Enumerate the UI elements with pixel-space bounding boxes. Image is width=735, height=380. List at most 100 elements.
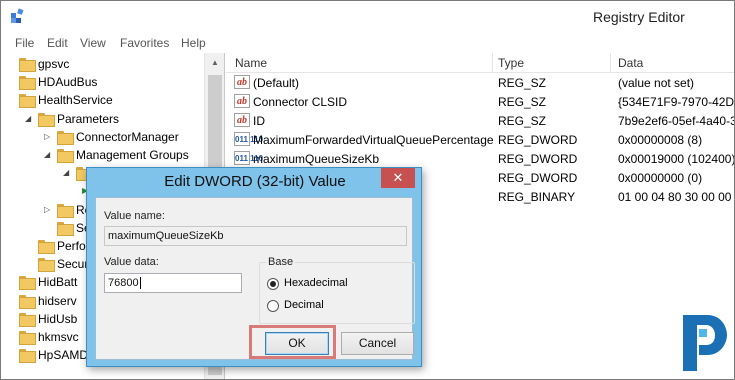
- value-data-cell: 0x00000000 (0): [618, 171, 703, 185]
- value-type-cell: REG_SZ: [498, 76, 547, 90]
- tree-item-label: HpSAMD: [38, 348, 89, 363]
- base-label: Base: [266, 256, 296, 268]
- list-header: Name Type Data: [226, 53, 734, 73]
- tree-item-label: HidBatt: [38, 275, 78, 290]
- table-row[interactable]: ab Connector CLSID REG_SZ {534E71F9-7970-42…: [226, 92, 735, 111]
- value-name-label: Value name:: [104, 210, 165, 222]
- value-data-cell: 0x00000008 (8): [618, 133, 703, 147]
- registry-editor-window: Registry Editor File Edit View Favorites…: [0, 0, 735, 380]
- table-row[interactable]: ab (Default) REG_SZ (value not set): [226, 73, 734, 92]
- window-title: Registry Editor: [593, 9, 685, 25]
- folder-icon: [19, 94, 36, 109]
- value-name-cell: maximumQueueSizeKb: [253, 152, 380, 166]
- tree-item-label: HidUsb: [38, 311, 78, 326]
- collapse-arrow-icon[interactable]: ▷: [44, 205, 50, 215]
- expand-arrow-icon[interactable]: ◢: [63, 168, 69, 178]
- menu-file[interactable]: File: [15, 36, 34, 50]
- column-header-name[interactable]: Name: [235, 56, 267, 70]
- value-name-cell: Connector CLSID: [253, 95, 348, 109]
- value-data-cell: {534E71F9-7970-42D6-: [618, 95, 735, 109]
- table-row[interactable]: 011 110 maximumQueueSizeKb REG_DWORD 0x0001…: [226, 149, 735, 168]
- tree-item-label: hkmsvc: [38, 330, 79, 344]
- folder-icon: [57, 149, 74, 163]
- folder-icon: [19, 312, 36, 327]
- close-icon[interactable]: ✕: [381, 168, 415, 188]
- scroll-up-arrow-icon[interactable]: ▲: [211, 58, 219, 67]
- value-type-cell: REG_BINARY: [498, 190, 576, 204]
- value-type-cell: REG_DWORD: [498, 152, 578, 166]
- tree-item[interactable]: ◢ Management Groups: [1, 146, 204, 164]
- tree-item-label: Perfo: [57, 239, 86, 253]
- tree-item[interactable]: HDAudBus: [1, 73, 204, 91]
- tree-item-label: gpsvc: [38, 57, 70, 71]
- folder-icon: [19, 294, 36, 309]
- tree-item-label: HDAudBus: [38, 75, 98, 90]
- column-header-type[interactable]: Type: [498, 56, 524, 70]
- ok-button-highlight: [249, 325, 336, 359]
- folder-icon: [19, 58, 36, 72]
- tree-item-label: hidserv: [38, 293, 77, 308]
- tree-item[interactable]: ▷ ConnectorManager: [1, 128, 204, 146]
- table-row[interactable]: 011 110 MaximumForwardedVirtualQueuePerce…: [226, 130, 734, 149]
- folder-icon: [19, 331, 36, 345]
- text-caret: [139, 277, 141, 290]
- folder-icon: [19, 76, 36, 91]
- folder-icon: [57, 221, 74, 236]
- expand-arrow-icon[interactable]: ◢: [25, 114, 31, 124]
- menu-bar: File Edit View Favorites Help: [1, 33, 734, 53]
- value-data-cell: (value not set): [618, 76, 695, 90]
- tree-item-label: Secur: [57, 257, 89, 272]
- radio-decimal-label: Decimal: [284, 299, 324, 311]
- value-data-label: Value data:: [104, 256, 159, 268]
- expand-arrow-icon[interactable]: ◢: [44, 150, 50, 160]
- tree-item-label: ConnectorManager: [76, 129, 179, 144]
- title-bar: Registry Editor: [1, 1, 734, 33]
- dword-value-icon: 011 110: [234, 151, 263, 165]
- value-name-cell: ID: [253, 114, 265, 128]
- base-groupbox: Base Hexadecimal Decimal: [259, 256, 415, 324]
- radio-button[interactable]: [267, 300, 279, 312]
- column-divider[interactable]: [610, 53, 611, 73]
- cancel-button[interactable]: Cancel: [341, 332, 414, 355]
- collapse-arrow-icon[interactable]: ▷: [44, 132, 50, 142]
- value-name-cell: MaximumForwardedVirtualQueuePercentage: [253, 133, 494, 147]
- radio-button-selected[interactable]: [267, 278, 279, 290]
- folder-icon: [38, 240, 55, 254]
- column-divider[interactable]: [492, 53, 493, 73]
- folder-icon: [19, 276, 36, 291]
- tree-item[interactable]: HealthService: [1, 91, 204, 109]
- value-data-cell: 0x00019000 (102400): [618, 152, 735, 166]
- folder-icon: [19, 349, 36, 364]
- string-value-icon: ab: [234, 113, 250, 127]
- menu-favorites[interactable]: Favorites: [120, 36, 169, 50]
- registry-editor-icon: [11, 8, 24, 23]
- value-data-cell: 7b9e2ef6-05ef-4a40-3: [618, 114, 735, 128]
- dword-value-icon: 011 110: [234, 132, 263, 146]
- tree-item[interactable]: ◢ Parameters: [1, 110, 204, 128]
- menu-edit[interactable]: Edit: [47, 36, 68, 50]
- tree-item-label: Parameters: [57, 111, 120, 126]
- value-type-cell: REG_DWORD: [498, 171, 578, 185]
- column-header-data[interactable]: Data: [618, 56, 643, 70]
- dialog-title: Edit DWORD (32-bit) Value: [164, 173, 346, 190]
- menu-view[interactable]: View: [80, 36, 106, 50]
- site-logo-icon: [683, 315, 727, 371]
- value-name-field[interactable]: maximumQueueSizeKb: [104, 226, 407, 246]
- folder-icon: [57, 203, 74, 218]
- value-type-cell: REG_SZ: [498, 114, 547, 128]
- tree-item-label: HealthService: [38, 93, 113, 108]
- string-value-icon: ab: [234, 75, 250, 89]
- value-name-cell: (Default): [253, 76, 300, 90]
- value-data-text: 76800: [108, 277, 139, 289]
- string-value-icon: ab: [234, 94, 250, 108]
- value-data-cell: 01 00 04 80 30 00 00 00: [618, 190, 734, 204]
- menu-help[interactable]: Help: [181, 36, 206, 50]
- value-type-cell: REG_DWORD: [498, 133, 578, 147]
- folder-icon: [38, 258, 55, 273]
- folder-icon: [57, 130, 74, 145]
- radio-hexadecimal-label: Hexadecimal: [284, 277, 348, 289]
- tree-item[interactable]: gpsvc: [1, 55, 204, 73]
- tree-item-label: Management Groups: [76, 148, 189, 162]
- value-data-input[interactable]: 76800: [104, 273, 242, 293]
- table-row[interactable]: ab ID REG_SZ 7b9e2ef6-05ef-4a40-3: [226, 111, 735, 130]
